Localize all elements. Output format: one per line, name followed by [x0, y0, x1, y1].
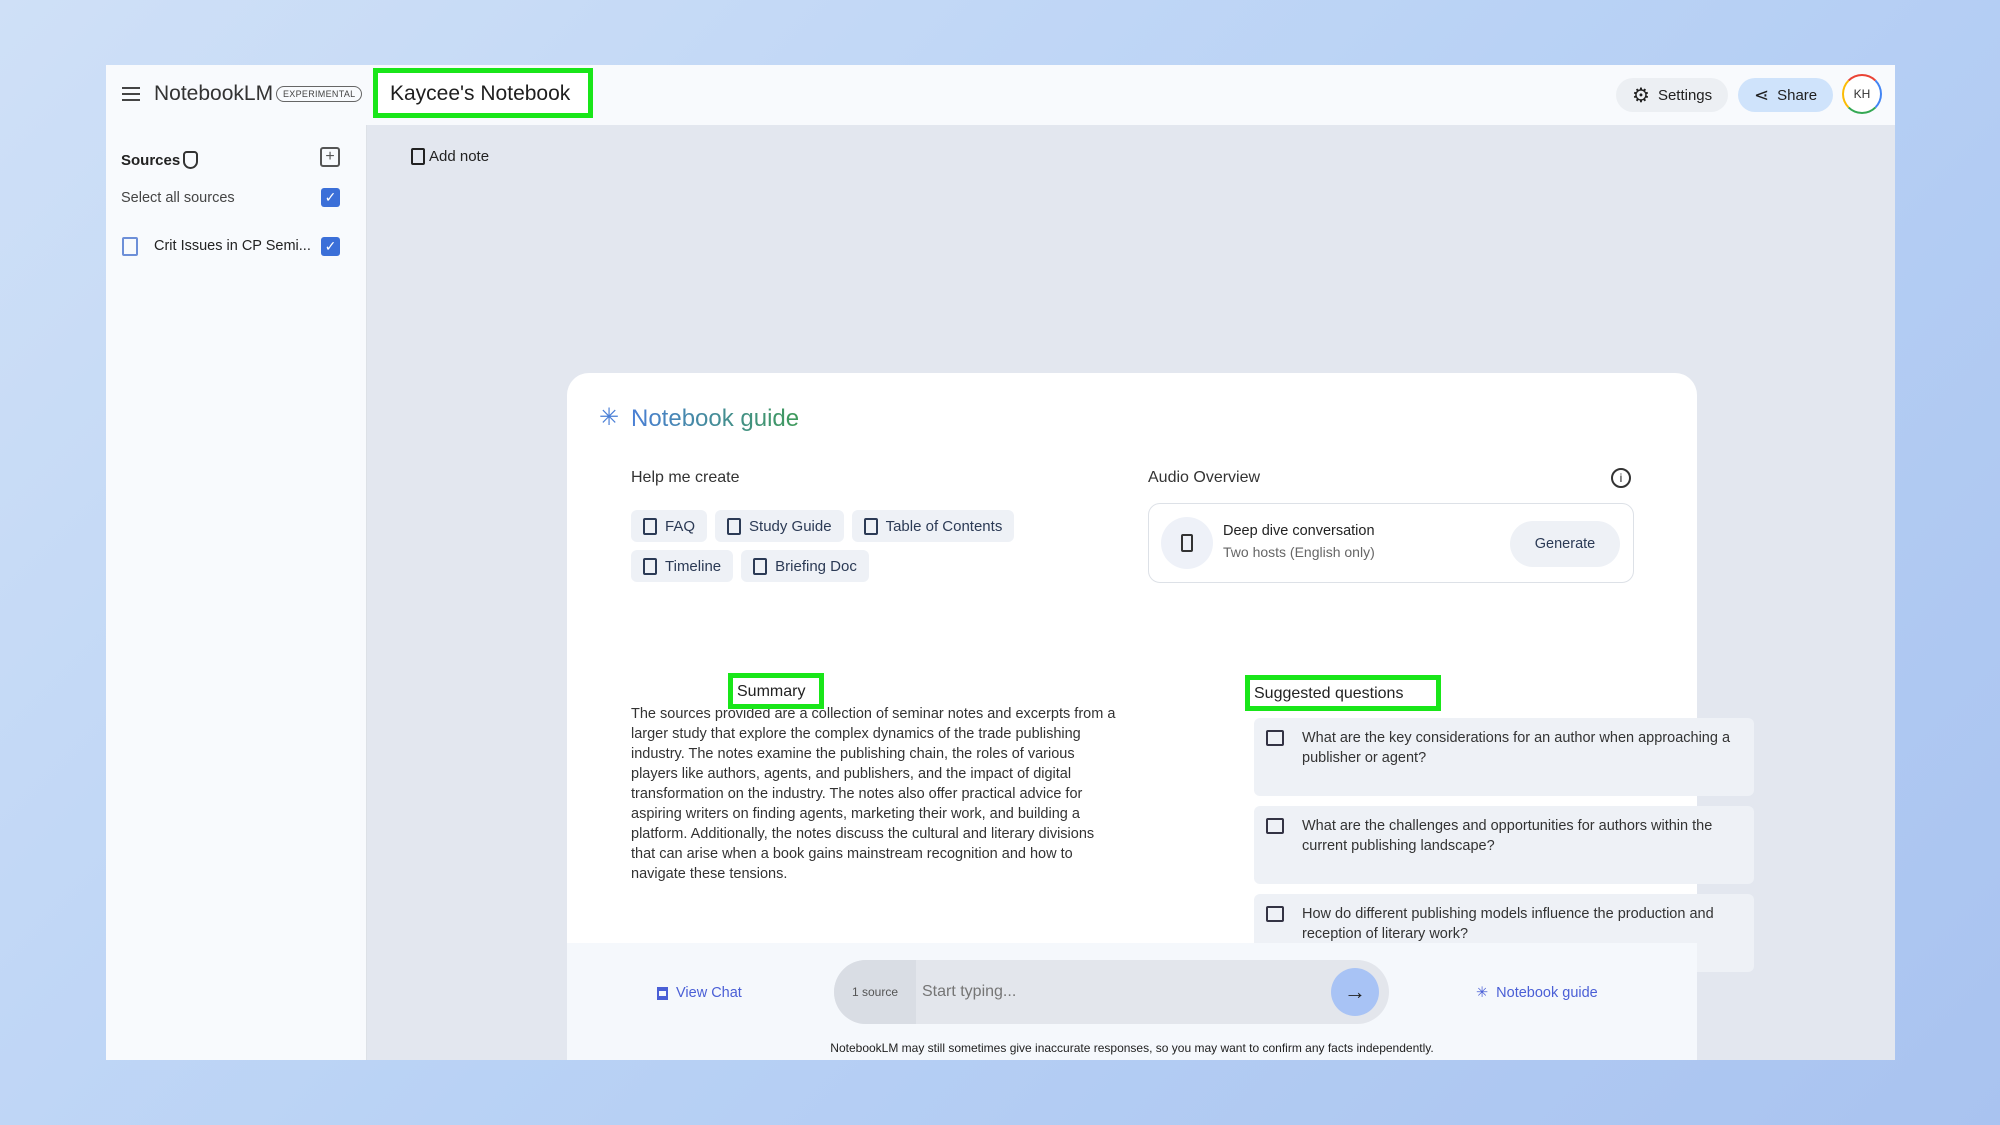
suggested-question[interactable]: What are the key considerations for an a…: [1254, 718, 1754, 796]
chat-spark-icon: [1266, 906, 1284, 922]
menu-icon[interactable]: [122, 87, 140, 101]
question-text: What are the key considerations for an a…: [1302, 730, 1730, 766]
notebook-guide-button[interactable]: ✳ Notebook guide: [1476, 985, 1598, 1001]
settings-button[interactable]: ⚙ Settings: [1616, 78, 1728, 112]
chat-spark-icon: [1266, 818, 1284, 834]
summary-text: The sources provided are a collection of…: [631, 704, 1121, 884]
info-icon[interactable]: i: [1611, 468, 1631, 488]
select-all-checkbox[interactable]: ✓: [321, 188, 340, 207]
shield-icon: [183, 151, 198, 169]
sparkle-icon: ✳: [599, 403, 619, 432]
doc-add-icon: [727, 518, 741, 535]
experimental-badge: EXPERIMENTAL: [276, 86, 362, 102]
timeline-button[interactable]: Timeline: [631, 550, 733, 582]
share-icon: ⋖: [1754, 85, 1769, 106]
source-item-name[interactable]: Crit Issues in CP Semi...: [154, 238, 311, 254]
chat-input[interactable]: [922, 974, 1302, 1010]
avatar[interactable]: KH: [1842, 74, 1882, 114]
study-guide-button[interactable]: Study Guide: [715, 510, 844, 542]
table-of-contents-button[interactable]: Table of Contents: [852, 510, 1015, 542]
doc-add-icon: [753, 558, 767, 575]
chat-bar: View Chat 1 source → ✳ Notebook guide Not…: [567, 943, 1697, 1060]
speaker-icon: [1161, 517, 1213, 569]
question-text: How do different publishing models influ…: [1302, 906, 1714, 942]
app-window: NotebookLM EXPERIMENTAL Kaycee's Noteboo…: [106, 65, 1895, 1060]
add-source-button[interactable]: +: [320, 147, 340, 167]
sources-heading: Sources: [121, 152, 180, 169]
share-button[interactable]: ⋖ Share: [1738, 78, 1833, 112]
doc-add-icon: [643, 518, 657, 535]
generate-button[interactable]: Generate: [1510, 521, 1620, 567]
briefing-doc-button[interactable]: Briefing Doc: [741, 550, 869, 582]
source-checkbox[interactable]: ✓: [321, 237, 340, 256]
chip-label: Table of Contents: [886, 518, 1003, 535]
chip-label: FAQ: [665, 518, 695, 535]
document-icon: [122, 237, 138, 256]
view-chat-button[interactable]: View Chat: [657, 985, 742, 1001]
add-note-label: Add note: [429, 148, 489, 165]
audio-subtitle: Two hosts (English only): [1223, 544, 1375, 560]
chip-label: Study Guide: [749, 518, 832, 535]
audio-overview-heading: Audio Overview: [1148, 469, 1260, 487]
question-text: What are the challenges and opportunitie…: [1302, 818, 1712, 854]
doc-add-icon: [643, 558, 657, 575]
summary-heading: Summary: [728, 673, 824, 709]
arrow-right-icon: →: [1344, 979, 1366, 1005]
notebook-guide-label: Notebook guide: [1496, 985, 1598, 1001]
chat-icon: [657, 987, 668, 1000]
gear-icon: ⚙: [1632, 83, 1650, 108]
notebook-title[interactable]: Kaycee's Notebook: [373, 68, 593, 118]
doc-add-icon: [864, 518, 878, 535]
send-button[interactable]: →: [1331, 968, 1379, 1016]
view-chat-label: View Chat: [676, 985, 742, 1001]
help-me-create-heading: Help me create: [631, 469, 740, 487]
source-count: 1 source: [834, 960, 916, 1024]
share-label: Share: [1777, 87, 1817, 104]
app-logo: NotebookLM: [154, 82, 273, 106]
audio-overview-panel: Deep dive conversation Two hosts (Englis…: [1148, 503, 1634, 583]
sources-sidebar: Sources + Select all sources ✓ Crit Issu…: [106, 125, 367, 1060]
chat-spark-icon: [1266, 730, 1284, 746]
audio-title: Deep dive conversation: [1223, 523, 1375, 539]
suggested-question[interactable]: What are the challenges and opportunitie…: [1254, 806, 1754, 884]
select-all-label: Select all sources: [121, 190, 235, 206]
suggested-questions-heading: Suggested questions: [1245, 675, 1441, 711]
sparkle-icon: ✳: [1476, 985, 1488, 1001]
disclaimer-text: NotebookLM may still sometimes give inac…: [567, 1041, 1697, 1055]
settings-label: Settings: [1658, 87, 1712, 104]
faq-button[interactable]: FAQ: [631, 510, 707, 542]
chat-input-container: 1 source →: [834, 960, 1389, 1024]
add-note-button[interactable]: Add note: [411, 148, 489, 165]
guide-title: Notebook guide: [631, 405, 799, 433]
note-icon: [411, 148, 425, 165]
chip-label: Timeline: [665, 558, 721, 575]
top-bar: NotebookLM EXPERIMENTAL Kaycee's Noteboo…: [106, 65, 1895, 125]
chip-label: Briefing Doc: [775, 558, 857, 575]
